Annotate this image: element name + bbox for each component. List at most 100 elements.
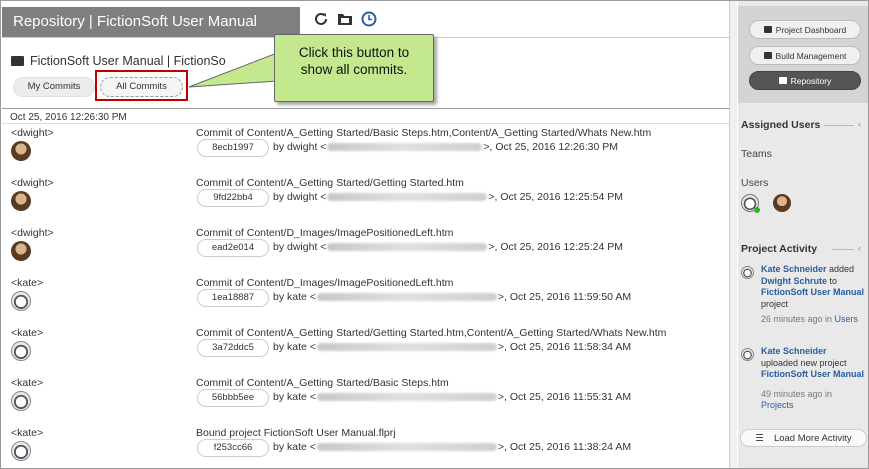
my-commits-button[interactable]: My Commits [13,77,95,97]
commit-hash-button[interactable]: 3a72ddc5 [197,339,269,357]
load-more-label: Load More Activity [773,432,852,444]
avatar [11,291,31,311]
commit-message: Commit of Content/A_Getting Started/Gett… [196,177,464,189]
project-activity-heading: Project Activity [741,243,818,255]
commit-hash-button[interactable]: 56bbb5ee [197,389,269,407]
online-status-icon [754,207,760,213]
commit-by: by kate < [273,341,316,353]
commit-date: >, Oct 25, 2016 11:38:24 AM [497,441,632,453]
commit-date: >, Oct 25, 2016 12:25:54 PM [488,191,623,203]
commit-date: >, Oct 25, 2016 11:55:31 AM [497,391,632,403]
project-breadcrumb: FictionSoft User Manual | FictionSo [11,54,226,68]
project-icon [11,56,24,66]
project-dashboard-label: Project Dashboard [775,24,847,35]
commit-by: by dwight < [273,191,327,203]
activity-text: to [827,275,838,286]
activity-project-link[interactable]: FictionSoft User Manual [761,369,864,379]
activity-text: project [761,298,789,309]
collapse-chevron-icon[interactable]: ‹ [858,243,861,253]
redacted-email [327,193,488,201]
avatar [11,141,31,161]
activity-target-link[interactable]: Dwight Schrute [761,276,827,286]
activity-item: Kate Schneider added Dwight Schrute to F… [741,264,865,326]
activity-item: Kate Schneider uploaded new project Fict… [741,346,865,412]
refresh-icon[interactable] [313,11,329,27]
activity-actor-link[interactable]: Kate Schneider [761,346,827,356]
activity-location-link[interactable]: Users [835,314,859,324]
project-name: FictionSoft User Manual | FictionSo [30,54,226,68]
commit-row: <dwight> Commit of Content/A_Getting Star… [1,177,728,227]
avatar[interactable] [741,194,760,213]
commit-row: <kate> Commit of Content/A_Getting Starte… [1,377,728,427]
commit-row: <kate> Bound project FictionSoft User Man… [1,427,728,469]
commit-by: by dwight < [273,141,327,153]
avatar [11,241,31,261]
commit-author: <dwight> [11,177,54,189]
divider [824,125,854,126]
list-icon: ☰ [755,432,764,444]
commit-meta: by kate < >, Oct 25, 2016 11:59:50 AM [273,291,631,303]
avatar [11,341,31,361]
build-management-button[interactable]: Build Management [749,46,861,65]
clock-icon[interactable] [361,11,377,27]
commit-author: <kate> [11,427,44,439]
folder-icon[interactable] [337,11,353,27]
divider [832,249,854,250]
commit-meta: by dwight < >, Oct 25, 2016 12:25:24 PM [273,241,623,253]
divider [2,123,729,124]
activity-location-link[interactable]: Projects [761,400,794,410]
commit-by: by kate < [273,291,316,303]
activity-text: added [826,264,855,274]
commit-meta: by kate < >, Oct 25, 2016 11:58:34 AM [273,341,631,353]
commit-date: >, Oct 25, 2016 12:26:30 PM [483,141,618,153]
redacted-email [327,243,488,251]
avatar [11,441,31,461]
commit-row: <kate> Commit of Content/D_Images/ImagePo… [1,277,728,327]
redacted-email [316,443,497,451]
right-sidebar: Project Dashboard Build Management Repos… [738,1,868,468]
avatar[interactable] [773,194,791,212]
callout-text: Click this button to [298,45,410,60]
commit-hash-button[interactable]: f253cc66 [197,439,269,457]
collapse-chevron-icon[interactable]: ‹ [858,119,861,129]
avatar [11,391,31,411]
scrollbar[interactable] [729,1,737,468]
navigation-panel: Project Dashboard Build Management Repos… [738,6,868,103]
activity-time: 26 minutes ago in [761,314,835,324]
avatar [741,266,754,279]
repository-button[interactable]: Repository [749,71,861,90]
project-dashboard-button[interactable]: Project Dashboard [749,20,861,39]
commit-by: by kate < [273,441,316,453]
activity-time: 49 minutes ago in [761,388,833,399]
commit-row: <dwight> Commit of Content/D_Images/Image… [1,227,728,277]
repository-icon [778,77,787,84]
build-management-label: Build Management [775,50,847,61]
redacted-email [327,143,483,151]
commit-meta: by dwight < >, Oct 25, 2016 12:26:30 PM [273,141,618,153]
commit-by: by kate < [273,391,316,403]
commit-message: Commit of Content/D_Images/ImagePosition… [196,227,454,239]
commit-author: <kate> [11,277,44,289]
commit-date: >, Oct 25, 2016 12:25:24 PM [488,241,623,253]
teams-label: Teams [741,148,772,160]
commit-message: Commit of Content/A_Getting Started/Gett… [196,327,667,339]
commit-hash-button[interactable]: 1ea18887 [197,289,269,307]
load-more-activity-button[interactable]: ☰ Load More Activity [740,429,867,447]
commit-row: <kate> Commit of Content/A_Getting Starte… [1,327,728,377]
commit-hash-button[interactable]: ead2e014 [197,239,269,257]
commit-author: <dwight> [11,127,54,139]
callout-tooltip: Click this button to show all commits. [274,34,434,102]
commit-meta: by dwight < >, Oct 25, 2016 12:25:54 PM [273,191,623,203]
commit-author: <kate> [11,327,44,339]
page-title: Repository | FictionSoft User Manual [2,7,300,37]
date-group-header: Oct 25, 2016 12:26:30 PM [10,112,127,123]
redacted-email [316,343,497,351]
divider [2,108,729,109]
commit-hash-button[interactable]: 8ecb1997 [197,139,269,157]
activity-project-link[interactable]: FictionSoft User Manual [761,287,864,297]
activity-actor-link[interactable]: Kate Schneider [761,264,827,274]
dashboard-icon [763,26,772,33]
commit-meta: by kate < >, Oct 25, 2016 11:38:24 AM [273,441,631,453]
all-commits-highlight [95,70,188,101]
commit-hash-button[interactable]: 9fd22bb4 [197,189,269,207]
